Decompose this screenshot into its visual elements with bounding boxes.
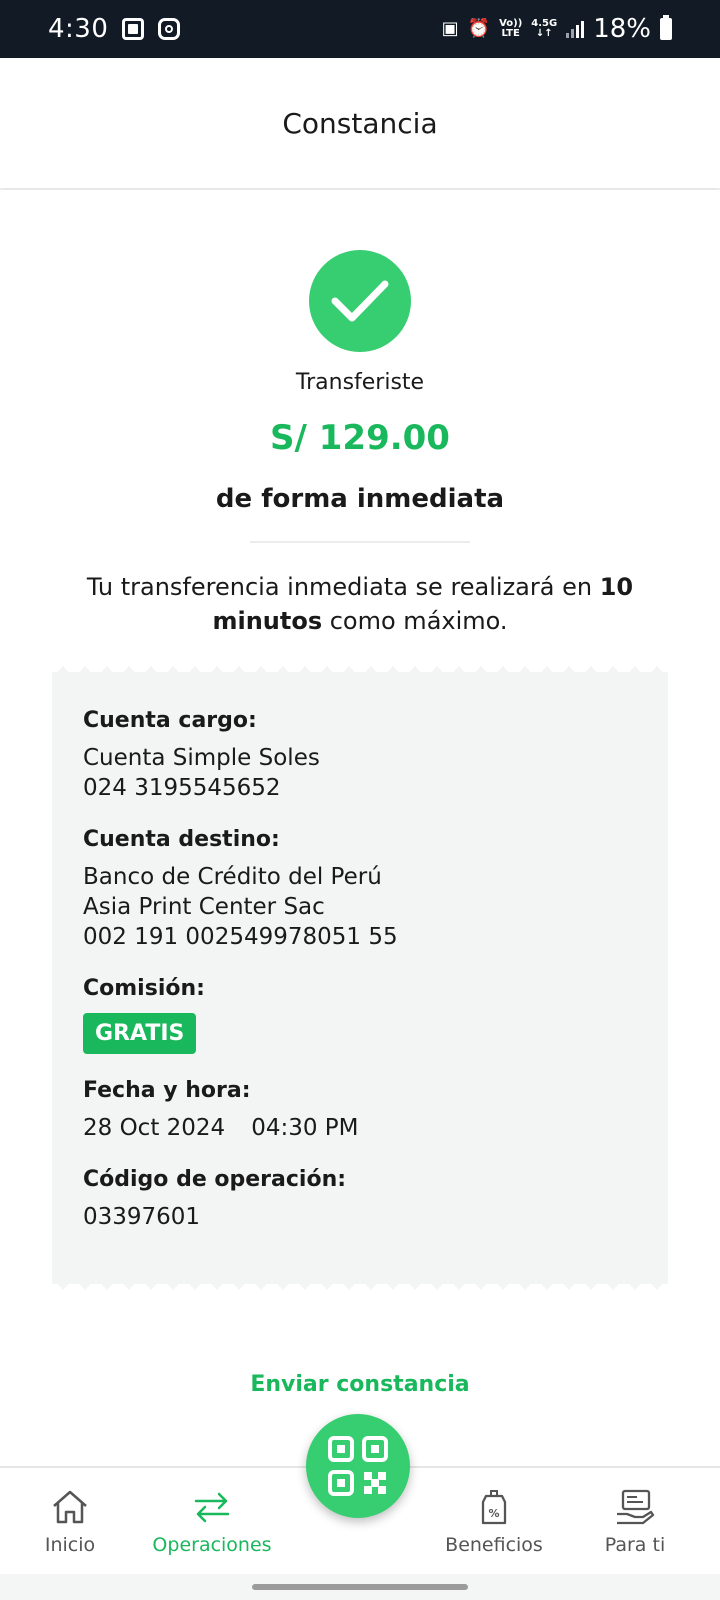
fecha-date: 28 Oct 2024 [83,1115,226,1141]
codigo-label: Código de operación: [83,1167,347,1192]
status-right: ▣ ⏰ Vo)) LTE 4.5G ↓↑ 18% [442,14,672,44]
nav-label-beneficios: Beneficios [445,1534,543,1556]
receipt-zigzag-bottom [52,1278,668,1290]
alarm-icon: ⏰ [467,18,491,39]
nav-item-para-ti[interactable]: Para ti [565,1468,705,1576]
svg-text:%: % [488,1507,499,1520]
discount-tag-icon: % [481,1490,507,1525]
fecha-value: 28 Oct 2024 04:30 PM [83,1113,643,1143]
fecha-label: Fecha y hora: [83,1078,251,1103]
nav-item-operaciones[interactable]: Operaciones [142,1468,282,1576]
comision-section: Comisión: GRATIS [83,976,643,1054]
home-icon [53,1490,87,1524]
nav-item-inicio[interactable]: Inicio [0,1468,140,1576]
cuenta-destino-name: Asia Print Center Sac [83,894,325,920]
battery-percent: 18% [593,14,651,44]
status-left: 4:30 [48,14,181,44]
notification-app-icon [122,18,145,40]
receipt-screen: Transferiste S/ 129.00 de forma inmediat… [0,190,720,1466]
qr-scan-button[interactable] [306,1414,410,1518]
status-time: 4:30 [48,14,109,44]
cuenta-cargo-section: Cuenta cargo: Cuenta Simple Soles 024 31… [83,708,643,803]
transfer-lead-text: Transferiste [295,370,425,395]
transfer-amount: S/ 129.00 [270,418,450,458]
cuenta-destino-section: Cuenta destino: Banco de Crédito del Per… [83,827,643,952]
nav-label-para-ti: Para ti [604,1534,666,1556]
codigo-value: 03397601 [83,1204,201,1230]
send-receipt-link[interactable]: Enviar constancia [0,1372,720,1397]
card-hand-icon [617,1489,655,1525]
info-text-1: Tu transferencia inmediata se realizará … [86,573,600,601]
receipt-details: Cuenta cargo: Cuenta Simple Soles 024 31… [83,708,643,1256]
codigo-section: Código de operación: 03397601 [83,1167,643,1232]
transfer-info-message: Tu transferencia inmediata se realizará … [60,570,660,638]
cuenta-destino-number: 002 191 002549978051 55 [83,924,398,950]
cuenta-destino-bank: Banco de Crédito del Perú [83,864,382,890]
divider [250,541,470,543]
instagram-icon [158,18,181,40]
battery-icon [660,15,672,40]
page-title: Constancia [282,106,438,140]
qr-code-icon [328,1436,388,1496]
status-bar: 4:30 ▣ ⏰ Vo)) LTE 4.5G ↓↑ 18% [0,0,720,58]
success-check-icon [309,250,411,352]
battery-saver-icon: ▣ [441,18,459,39]
nav-item-beneficios[interactable]: % Beneficios [424,1468,564,1576]
cuenta-cargo-name: Cuenta Simple Soles [83,745,320,771]
cuenta-cargo-number: 024 3195545652 [83,775,281,801]
info-text-2: como máximo. [322,607,508,635]
signal-icon [566,20,585,38]
volte-indicator: Vo)) LTE [499,19,522,39]
transfer-arrows-icon [194,1492,230,1523]
nav-label-operaciones: Operaciones [152,1534,272,1556]
network-arrows: ↓↑ [535,28,553,39]
nav-label-inicio: Inicio [44,1534,96,1556]
cuenta-cargo-label: Cuenta cargo: [83,708,257,733]
fecha-section: Fecha y hora: 28 Oct 2024 04:30 PM [83,1078,643,1143]
comision-badge: GRATIS [83,1013,197,1054]
fecha-time: 04:30 PM [251,1115,359,1141]
transfer-mode: de forma inmediata [215,484,505,514]
app-header: Constancia [0,58,720,188]
receipt-ticket: Cuenta cargo: Cuenta Simple Soles 024 31… [52,666,668,1290]
network-type-indicator: 4.5G ↓↑ [531,19,557,39]
volte-bottom: LTE [501,28,520,39]
comision-label: Comisión: [83,976,205,1001]
home-indicator[interactable] [252,1584,468,1590]
receipt-zigzag-top [52,666,668,678]
cuenta-destino-label: Cuenta destino: [83,827,280,852]
